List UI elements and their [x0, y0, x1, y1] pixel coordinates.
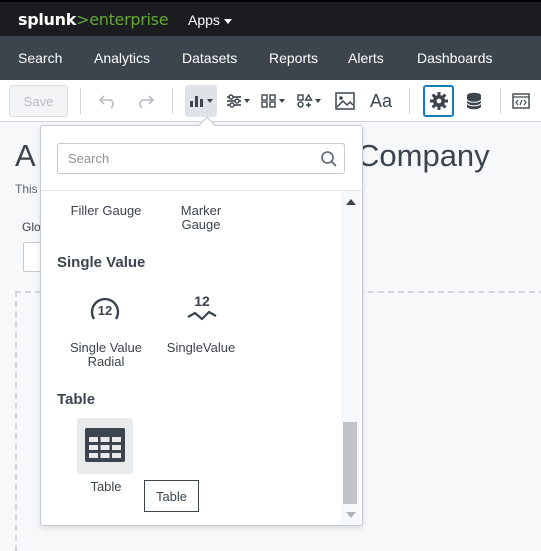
viz-list[interactable]: Filler Gauge Marker Gauge Single Value 1…	[41, 190, 362, 525]
viz-item-label: SingleValue	[166, 340, 236, 355]
logo-product: enterprise	[89, 10, 169, 29]
table-tooltip: Table	[144, 480, 199, 512]
data-sources-button[interactable]	[461, 85, 487, 117]
table-grid-icon	[85, 428, 125, 462]
toolbar-divider	[409, 88, 410, 114]
toolbar-divider	[80, 88, 81, 114]
chevron-down-icon	[279, 99, 285, 103]
logo-brand: splunk	[18, 10, 77, 29]
database-icon	[466, 92, 482, 110]
table-tile	[77, 418, 133, 474]
page-title-suffix: Company	[357, 138, 490, 173]
toolbar-divider	[172, 88, 173, 114]
sliders-icon	[227, 94, 241, 108]
page-description: This	[15, 182, 38, 196]
logo-gt: >	[76, 10, 90, 29]
single-value-radial-icon: 12	[90, 297, 120, 320]
app-nav: Search Analytics Datasets Reports Alerts…	[0, 36, 541, 80]
single-value-icon-number: 12	[194, 293, 210, 309]
viz-item-label: Single Value Radial	[69, 340, 143, 369]
add-chart-button[interactable]	[185, 85, 217, 117]
nav-reports[interactable]: Reports	[269, 50, 318, 66]
search-icon	[321, 151, 337, 167]
viz-item-filler-gauge[interactable]: Filler Gauge	[63, 204, 149, 218]
nav-alerts[interactable]: Alerts	[348, 50, 384, 66]
viz-item-marker-gauge[interactable]: Marker Gauge	[159, 204, 243, 232]
editor-toolbar: Save Aa	[0, 80, 541, 122]
radial-icon-number: 12	[98, 303, 112, 318]
scrollbar-thumb[interactable]	[343, 422, 357, 504]
viz-search-box	[57, 143, 345, 174]
toolbar-divider	[500, 88, 501, 114]
add-image-button[interactable]	[331, 85, 359, 117]
add-text-button[interactable]: Aa	[366, 85, 396, 117]
splunk-logo[interactable]: splunk>enterprise	[18, 10, 169, 29]
nav-search[interactable]: Search	[18, 50, 62, 66]
chevron-down-icon	[223, 18, 232, 24]
add-shape-button[interactable]	[294, 85, 324, 117]
chevron-down-icon	[207, 99, 213, 103]
chevron-down-icon	[244, 99, 250, 103]
nav-analytics[interactable]: Analytics	[94, 50, 150, 66]
scroll-down-arrow-icon[interactable]	[346, 512, 356, 518]
page-title: A	[15, 138, 36, 173]
redo-icon	[139, 95, 155, 109]
apps-menu[interactable]: Apps	[188, 12, 232, 28]
undo-button[interactable]	[94, 85, 122, 117]
undo-icon	[98, 95, 114, 109]
viz-item-label: Table	[90, 479, 122, 494]
grid-layout-icon	[261, 94, 276, 108]
nav-datasets[interactable]: Datasets	[182, 50, 237, 66]
gear-icon	[429, 92, 448, 110]
layout-button[interactable]	[258, 85, 288, 117]
nav-dashboards[interactable]: Dashboards	[417, 50, 493, 66]
single-value-icon: 12	[187, 293, 217, 321]
image-icon	[335, 92, 355, 110]
global-input-label: Glo	[22, 220, 41, 234]
redo-button[interactable]	[131, 85, 159, 117]
global-header: splunk>enterprise Apps	[0, 0, 541, 36]
save-button[interactable]: Save	[9, 85, 68, 117]
shapes-icon	[297, 94, 313, 108]
settings-button[interactable]	[423, 85, 454, 117]
apps-label: Apps	[188, 12, 220, 28]
section-heading-table: Table	[57, 391, 96, 408]
bar-chart-icon	[190, 96, 203, 107]
section-heading-single-value: Single Value	[57, 254, 146, 271]
source-code-button[interactable]	[508, 85, 534, 117]
add-input-button[interactable]	[223, 85, 253, 117]
scroll-up-arrow-icon[interactable]	[346, 199, 356, 205]
viz-search-input[interactable]	[58, 144, 308, 173]
chevron-down-icon	[315, 99, 321, 103]
code-icon	[512, 93, 530, 109]
viz-picker-popover: Filler Gauge Marker Gauge Single Value 1…	[40, 116, 363, 526]
